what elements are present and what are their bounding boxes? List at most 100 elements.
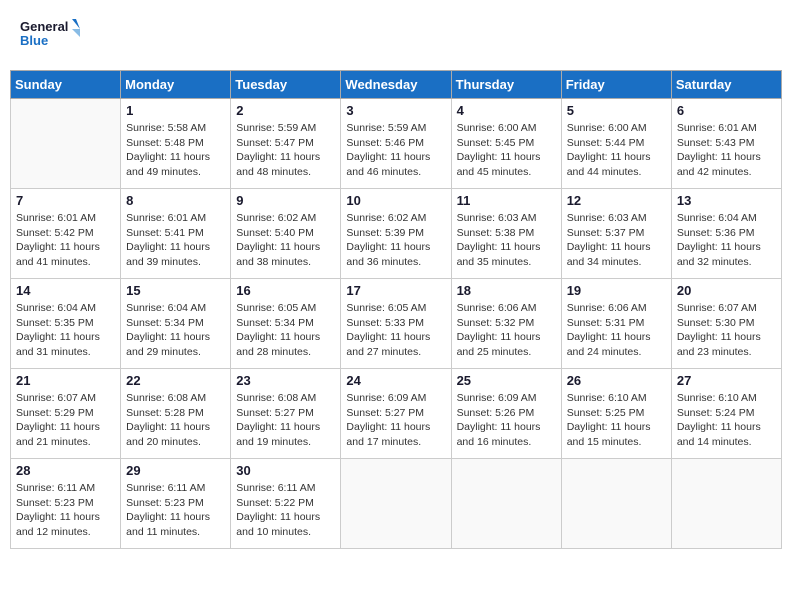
weekday-header: Monday [121,71,231,99]
day-info: Sunrise: 5:59 AM Sunset: 5:46 PM Dayligh… [346,121,445,180]
day-number: 6 [677,103,776,118]
day-number: 11 [457,193,556,208]
table-row: 27 Sunrise: 6:10 AM Sunset: 5:24 PM Dayli… [671,369,781,459]
day-info: Sunrise: 6:09 AM Sunset: 5:26 PM Dayligh… [457,391,556,450]
day-number: 15 [126,283,225,298]
day-info: Sunrise: 6:07 AM Sunset: 5:30 PM Dayligh… [677,301,776,360]
day-info: Sunrise: 6:00 AM Sunset: 5:45 PM Dayligh… [457,121,556,180]
day-info: Sunrise: 6:05 AM Sunset: 5:33 PM Dayligh… [346,301,445,360]
day-info: Sunrise: 6:02 AM Sunset: 5:40 PM Dayligh… [236,211,335,270]
calendar-week-row: 21 Sunrise: 6:07 AM Sunset: 5:29 PM Dayli… [11,369,782,459]
day-number: 1 [126,103,225,118]
day-info: Sunrise: 6:03 AM Sunset: 5:38 PM Dayligh… [457,211,556,270]
day-info: Sunrise: 6:03 AM Sunset: 5:37 PM Dayligh… [567,211,666,270]
table-row: 10Sunrise: 6:02 AM Sunset: 5:39 PM Dayli… [341,189,451,279]
day-info: Sunrise: 6:07 AM Sunset: 5:29 PM Dayligh… [16,391,115,450]
table-row: 5 Sunrise: 6:00 AM Sunset: 5:44 PM Daylig… [561,99,671,189]
weekday-header: Thursday [451,71,561,99]
table-row [671,459,781,549]
day-number: 21 [16,373,115,388]
logo: General Blue [20,15,80,55]
day-info: Sunrise: 6:09 AM Sunset: 5:27 PM Dayligh… [346,391,445,450]
day-info: Sunrise: 6:10 AM Sunset: 5:25 PM Dayligh… [567,391,666,450]
weekday-header: Tuesday [231,71,341,99]
day-info: Sunrise: 5:58 AM Sunset: 5:48 PM Dayligh… [126,121,225,180]
table-row: 9Sunrise: 6:02 AM Sunset: 5:40 PM Daylig… [231,189,341,279]
day-info: Sunrise: 6:04 AM Sunset: 5:36 PM Dayligh… [677,211,776,270]
weekday-header: Saturday [671,71,781,99]
table-row [11,99,121,189]
day-number: 14 [16,283,115,298]
weekday-header: Friday [561,71,671,99]
table-row: 22 Sunrise: 6:08 AM Sunset: 5:28 PM Dayli… [121,369,231,459]
day-info: Sunrise: 6:11 AM Sunset: 5:23 PM Dayligh… [126,481,225,540]
table-row [451,459,561,549]
table-row: 18 Sunrise: 6:06 AM Sunset: 5:32 PM Dayli… [451,279,561,369]
logo-svg: General Blue [20,15,80,55]
day-info: Sunrise: 6:04 AM Sunset: 5:35 PM Dayligh… [16,301,115,360]
day-info: Sunrise: 5:59 AM Sunset: 5:47 PM Dayligh… [236,121,335,180]
day-number: 30 [236,463,335,478]
day-number: 25 [457,373,556,388]
table-row: 8Sunrise: 6:01 AM Sunset: 5:41 PM Daylig… [121,189,231,279]
table-row: 7 Sunrise: 6:01 AM Sunset: 5:42 PM Daylig… [11,189,121,279]
calendar-week-row: 1 Sunrise: 5:58 AM Sunset: 5:48 PM Daylig… [11,99,782,189]
table-row: 1 Sunrise: 5:58 AM Sunset: 5:48 PM Daylig… [121,99,231,189]
day-number: 16 [236,283,335,298]
table-row: 14 Sunrise: 6:04 AM Sunset: 5:35 PM Dayli… [11,279,121,369]
table-row [341,459,451,549]
day-number: 19 [567,283,666,298]
svg-text:Blue: Blue [20,33,48,48]
day-info: Sunrise: 6:04 AM Sunset: 5:34 PM Dayligh… [126,301,225,360]
day-info: Sunrise: 6:00 AM Sunset: 5:44 PM Dayligh… [567,121,666,180]
table-row: 19 Sunrise: 6:06 AM Sunset: 5:31 PM Dayli… [561,279,671,369]
day-number: 26 [567,373,666,388]
day-number: 20 [677,283,776,298]
day-number: 29 [126,463,225,478]
table-row: 17 Sunrise: 6:05 AM Sunset: 5:33 PM Dayli… [341,279,451,369]
day-number: 27 [677,373,776,388]
calendar-week-row: 28 Sunrise: 6:11 AM Sunset: 5:23 PM Dayli… [11,459,782,549]
table-row: 21 Sunrise: 6:07 AM Sunset: 5:29 PM Dayli… [11,369,121,459]
table-row: 20 Sunrise: 6:07 AM Sunset: 5:30 PM Dayli… [671,279,781,369]
day-number: 28 [16,463,115,478]
day-info: Sunrise: 6:06 AM Sunset: 5:31 PM Dayligh… [567,301,666,360]
day-number: 22 [126,373,225,388]
table-row: 30Sunrise: 6:11 AM Sunset: 5:22 PM Dayli… [231,459,341,549]
day-number: 2 [236,103,335,118]
table-row: 13 Sunrise: 6:04 AM Sunset: 5:36 PM Dayli… [671,189,781,279]
day-number: 7 [16,193,115,208]
svg-text:General: General [20,19,68,34]
table-row: 3 Sunrise: 5:59 AM Sunset: 5:46 PM Daylig… [341,99,451,189]
day-info: Sunrise: 6:08 AM Sunset: 5:28 PM Dayligh… [126,391,225,450]
calendar-week-row: 14 Sunrise: 6:04 AM Sunset: 5:35 PM Dayli… [11,279,782,369]
table-row: 25 Sunrise: 6:09 AM Sunset: 5:26 PM Dayli… [451,369,561,459]
day-info: Sunrise: 6:11 AM Sunset: 5:23 PM Dayligh… [16,481,115,540]
calendar-week-row: 7 Sunrise: 6:01 AM Sunset: 5:42 PM Daylig… [11,189,782,279]
day-info: Sunrise: 6:06 AM Sunset: 5:32 PM Dayligh… [457,301,556,360]
weekday-header: Sunday [11,71,121,99]
table-row: 26 Sunrise: 6:10 AM Sunset: 5:25 PM Dayli… [561,369,671,459]
day-number: 24 [346,373,445,388]
day-number: 17 [346,283,445,298]
table-row: 6 Sunrise: 6:01 AM Sunset: 5:43 PM Daylig… [671,99,781,189]
table-row: 11 Sunrise: 6:03 AM Sunset: 5:38 PM Dayli… [451,189,561,279]
page-header: General Blue [10,10,782,60]
day-info: Sunrise: 6:10 AM Sunset: 5:24 PM Dayligh… [677,391,776,450]
day-number: 18 [457,283,556,298]
table-row: 2 Sunrise: 5:59 AM Sunset: 5:47 PM Daylig… [231,99,341,189]
day-number: 8 [126,193,225,208]
day-number: 5 [567,103,666,118]
table-row: 15 Sunrise: 6:04 AM Sunset: 5:34 PM Dayli… [121,279,231,369]
day-number: 13 [677,193,776,208]
day-info: Sunrise: 6:05 AM Sunset: 5:34 PM Dayligh… [236,301,335,360]
day-info: Sunrise: 6:01 AM Sunset: 5:42 PM Dayligh… [16,211,115,270]
day-number: 4 [457,103,556,118]
day-number: 12 [567,193,666,208]
table-row: 29 Sunrise: 6:11 AM Sunset: 5:23 PM Dayli… [121,459,231,549]
day-number: 10 [346,193,445,208]
day-number: 3 [346,103,445,118]
day-info: Sunrise: 6:01 AM Sunset: 5:43 PM Dayligh… [677,121,776,180]
table-row: 12 Sunrise: 6:03 AM Sunset: 5:37 PM Dayli… [561,189,671,279]
weekday-header: Wednesday [341,71,451,99]
